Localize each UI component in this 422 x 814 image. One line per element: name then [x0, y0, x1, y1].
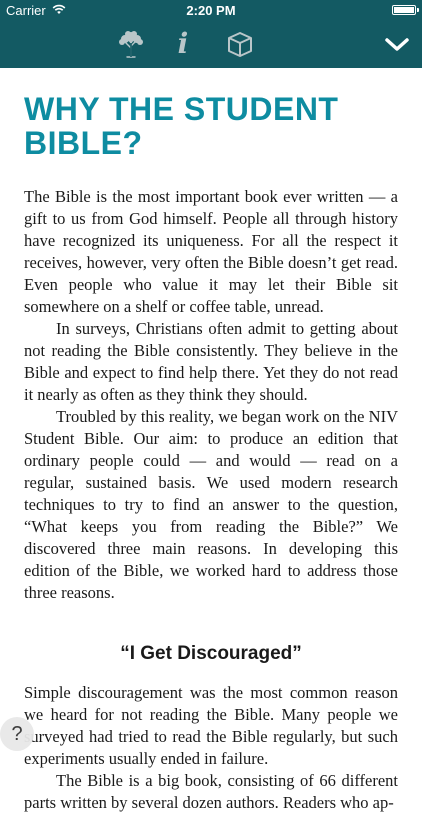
page-title: WHY THE STUDENT BIBLE? [24, 91, 339, 161]
clock-time: 2:20 PM [186, 3, 236, 18]
paragraph: The Bible is a big book, consisting of 6… [24, 771, 398, 812]
tree-icon[interactable] [118, 30, 144, 58]
paragraph: Troubled by this reality, we began work … [24, 407, 398, 602]
chevron-down-icon[interactable] [382, 30, 412, 58]
paragraph: Simple discouragement was the most commo… [24, 683, 398, 768]
status-bar: Carrier 2:20 PM [0, 0, 422, 20]
box-icon[interactable] [226, 30, 254, 58]
section-heading: “I Get Discouraged” [120, 643, 302, 664]
battery-icon [392, 5, 419, 15]
help-button[interactable]: ? [0, 717, 34, 751]
article-body: The Bible is the most important book eve… [24, 186, 398, 814]
paragraph: In surveys, Christians often admit to ge… [24, 319, 398, 404]
top-toolbar: i [0, 20, 422, 68]
info-icon[interactable]: i [172, 30, 194, 58]
paragraph: The Bible is the most important book eve… [24, 187, 398, 316]
